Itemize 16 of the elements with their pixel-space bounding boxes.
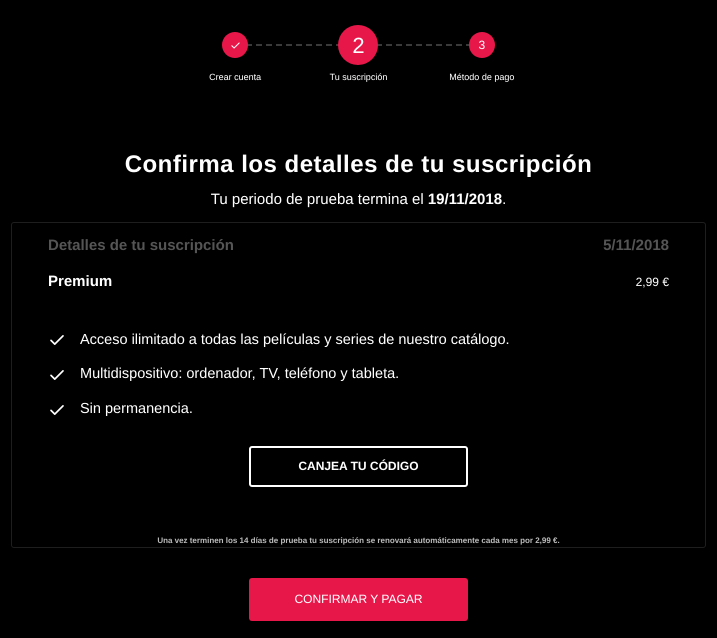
step-label: Tu suscripción xyxy=(330,71,388,84)
confirm-pay-button[interactable]: CONFIRMAR Y PAGAR xyxy=(249,578,468,620)
redeem-code-button[interactable]: CANJEA TU CÓDIGO xyxy=(249,446,468,486)
renewal-note: Una vez terminen los 14 días de prueba tu suscripción se renovará automáticamente cada mes por 2,99 €. xyxy=(156,534,561,546)
feature-text: Sin permanencia. xyxy=(80,400,193,419)
details-heading: Detalles de tu suscripción xyxy=(48,236,234,256)
plan-name: Premium xyxy=(48,272,112,292)
step-label: Crear cuenta xyxy=(209,71,262,84)
details-date: 5/11/2018 xyxy=(603,236,669,256)
trial-end-text: Tu periodo de prueba termina el 19/11/2018. xyxy=(210,190,506,210)
feature-text: Multidispositivo: ordenador, TV, teléfono y tableta. xyxy=(80,365,400,384)
check-icon xyxy=(230,40,241,50)
feature-text: Acceso ilimitado a todas las películas y series de nuestro catálogo. xyxy=(80,330,510,350)
step-label: Método de pago xyxy=(449,71,514,84)
page-title: Confirma los detalles de tu suscripción xyxy=(124,150,592,180)
plan-price: 2,99 € xyxy=(636,274,669,292)
